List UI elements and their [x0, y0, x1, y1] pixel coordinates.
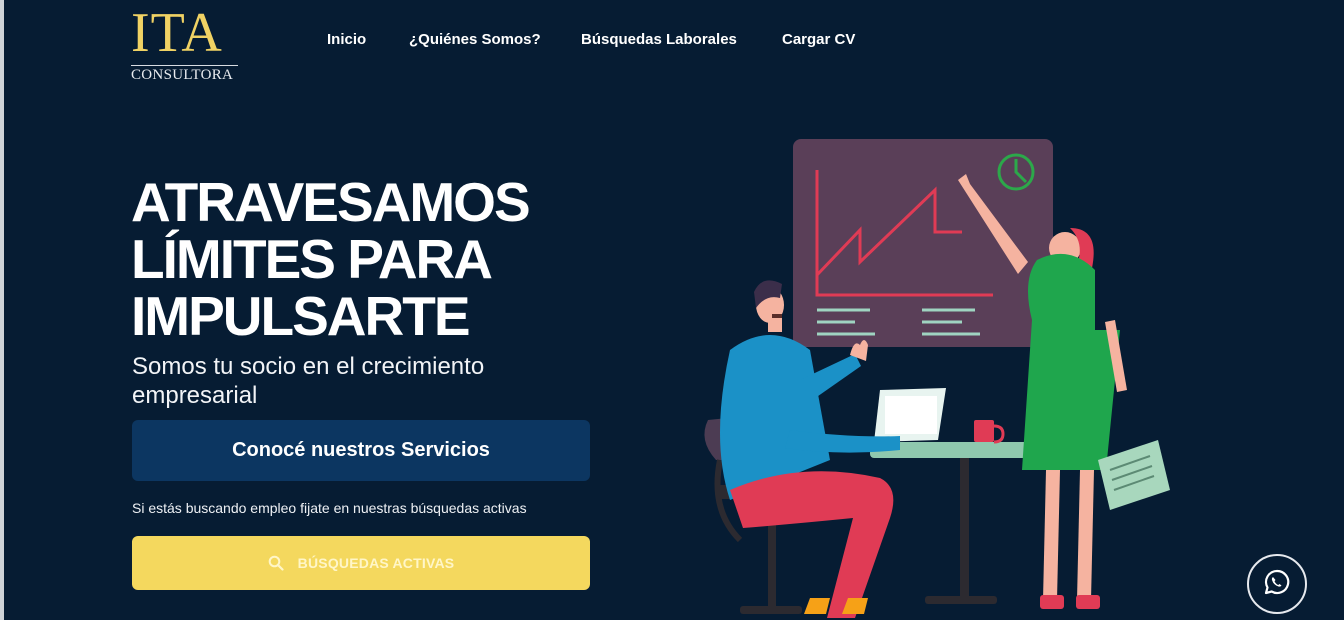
logo-subtext: CONSULTORA	[131, 67, 234, 83]
active-searches-label: BÚSQUEDAS ACTIVAS	[297, 555, 455, 571]
logo-text: ITA	[131, 2, 223, 64]
services-button[interactable]: Conocé nuestros Servicios	[132, 420, 590, 481]
whatsapp-icon	[1263, 568, 1291, 601]
whatsapp-button[interactable]	[1247, 554, 1307, 614]
hero-illustration	[704, 139, 1170, 618]
headline-line: LÍMITES PARA	[131, 228, 493, 290]
nav-item-quienes-somos[interactable]: ¿Quiénes Somos?	[409, 31, 541, 48]
hero-subtitle: Somos tu socio en el crecimiento empresa…	[132, 353, 485, 409]
nav-item-cargar-cv[interactable]: Cargar CV	[782, 31, 855, 48]
presentation-board	[793, 139, 1053, 347]
search-icon	[268, 555, 284, 571]
logo-divider	[131, 65, 238, 66]
job-search-note: Si estás buscando empleo fijate en nuest…	[132, 500, 527, 516]
active-searches-button[interactable]: BÚSQUEDAS ACTIVAS	[132, 536, 590, 590]
site-logo[interactable]: ITA CONSULTORA	[131, 2, 241, 86]
nav-item-busquedas-laborales[interactable]: Búsquedas Laborales	[581, 31, 737, 48]
headline-line: IMPULSARTE	[131, 285, 470, 347]
hero-headline: ATRAVESAMOS LÍMITES PARA IMPULSARTE	[131, 171, 531, 347]
mug	[974, 420, 994, 442]
headline-line: ATRAVESAMOS	[131, 171, 531, 233]
woman-dress	[1022, 253, 1120, 470]
papers	[1098, 440, 1170, 510]
nav-item-inicio[interactable]: Inicio	[327, 31, 366, 48]
